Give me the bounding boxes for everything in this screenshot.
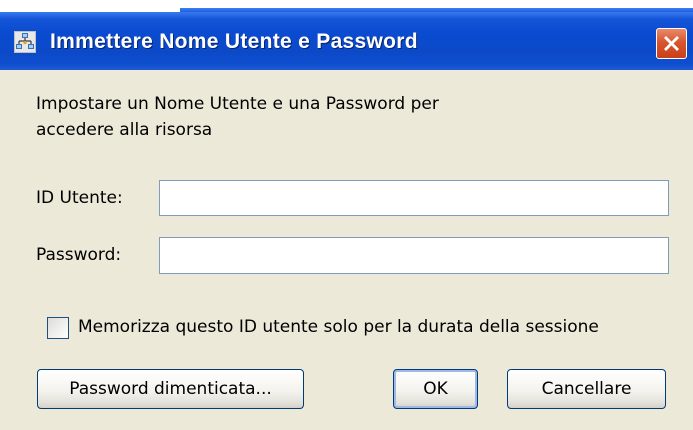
remember-session-label[interactable]: Memorizza questo ID utente solo per la d… xyxy=(78,317,599,337)
user-id-label: ID Utente: xyxy=(36,188,123,208)
instruction-text-line1: Impostare un Nome Utente e una Password … xyxy=(36,94,439,114)
ok-button[interactable]: OK xyxy=(393,369,478,409)
desktop-strip xyxy=(0,0,693,12)
password-label: Password: xyxy=(36,245,122,265)
forgot-password-button[interactable]: Password dimenticata... xyxy=(37,369,304,409)
close-button[interactable] xyxy=(656,28,687,59)
cancel-button[interactable]: Cancellare xyxy=(507,369,666,409)
close-icon xyxy=(664,36,679,51)
password-input[interactable] xyxy=(159,237,669,274)
user-id-input[interactable] xyxy=(159,180,669,216)
dialog-body: Impostare un Nome Utente e una Password … xyxy=(0,70,693,430)
login-dialog: Immettere Nome Utente e Password Imposta… xyxy=(0,12,693,430)
network-users-icon xyxy=(14,31,36,53)
title-bar[interactable]: Immettere Nome Utente e Password xyxy=(0,12,693,70)
dialog-title: Immettere Nome Utente e Password xyxy=(50,30,418,53)
instruction-text-line2: accedere alla risorsa xyxy=(36,120,213,140)
remember-session-checkbox[interactable] xyxy=(47,317,69,339)
